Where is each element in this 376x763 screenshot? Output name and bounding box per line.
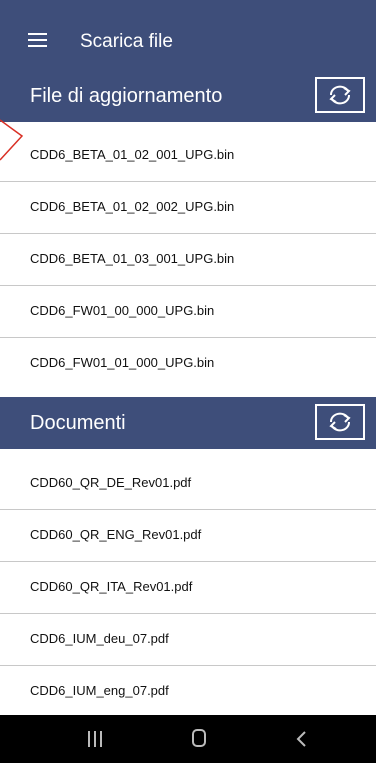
file-name: CDD6_BETA_01_02_002_UPG.bin: [30, 199, 235, 214]
home-icon[interactable]: [192, 729, 206, 747]
file-name: CDD60_QR_DE_Rev01.pdf: [30, 475, 192, 490]
refresh-documents-button[interactable]: [315, 404, 365, 440]
file-name: CDD6_FW01_00_000_UPG.bin: [30, 303, 215, 318]
list-item[interactable]: CDD6_FW01_00_000_UPG.bin: [0, 286, 376, 338]
list-item[interactable]: CDD6_FW01_01_000_UPG.bin: [0, 338, 376, 390]
updates-section-header: File di aggiornamento: [0, 70, 376, 122]
list-item[interactable]: CDD60_QR_DE_Rev01.pdf: [0, 458, 376, 510]
recent-apps-icon[interactable]: [87, 731, 103, 747]
updates-section-title: File di aggiornamento: [30, 85, 223, 107]
list-item[interactable]: CDD6_BETA_01_03_001_UPG.bin: [0, 234, 376, 286]
list-item[interactable]: CDD6_BETA_01_02_001_UPG.bin: [0, 130, 376, 182]
file-name: CDD6_BETA_01_02_001_UPG.bin: [30, 147, 235, 162]
file-name: CDD60_QR_ENG_Rev01.pdf: [30, 527, 202, 542]
file-name: CDD6_FW01_01_000_UPG.bin: [30, 355, 215, 370]
list-item[interactable]: CDD6_BETA_01_02_002_UPG.bin: [0, 182, 376, 234]
app-bar: Scarica file: [0, 0, 376, 70]
back-icon[interactable]: [295, 729, 307, 749]
file-name: CDD60_QR_ITA_Rev01.pdf: [30, 579, 193, 594]
refresh-updates-button[interactable]: [315, 77, 365, 113]
list-item[interactable]: CDD60_QR_ITA_Rev01.pdf: [0, 562, 376, 614]
documents-section-header: Documenti: [0, 397, 376, 449]
list-item[interactable]: CDD60_QR_ENG_Rev01.pdf: [0, 510, 376, 562]
page-title: Scarica file: [80, 31, 173, 52]
hamburger-menu-icon[interactable]: [28, 33, 47, 47]
file-name: CDD6_BETA_01_03_001_UPG.bin: [30, 251, 235, 266]
file-name: CDD6_IUM_deu_07.pdf: [30, 631, 169, 646]
system-navigation-bar: [0, 715, 376, 763]
list-item[interactable]: CDD6_IUM_deu_07.pdf: [0, 614, 376, 666]
list-item[interactable]: CDD6_IUM_eng_07.pdf: [0, 666, 376, 718]
refresh-icon: [329, 412, 351, 432]
refresh-icon: [329, 85, 351, 105]
file-name: CDD6_IUM_eng_07.pdf: [30, 683, 169, 698]
documents-section-title: Documenti: [30, 412, 126, 434]
